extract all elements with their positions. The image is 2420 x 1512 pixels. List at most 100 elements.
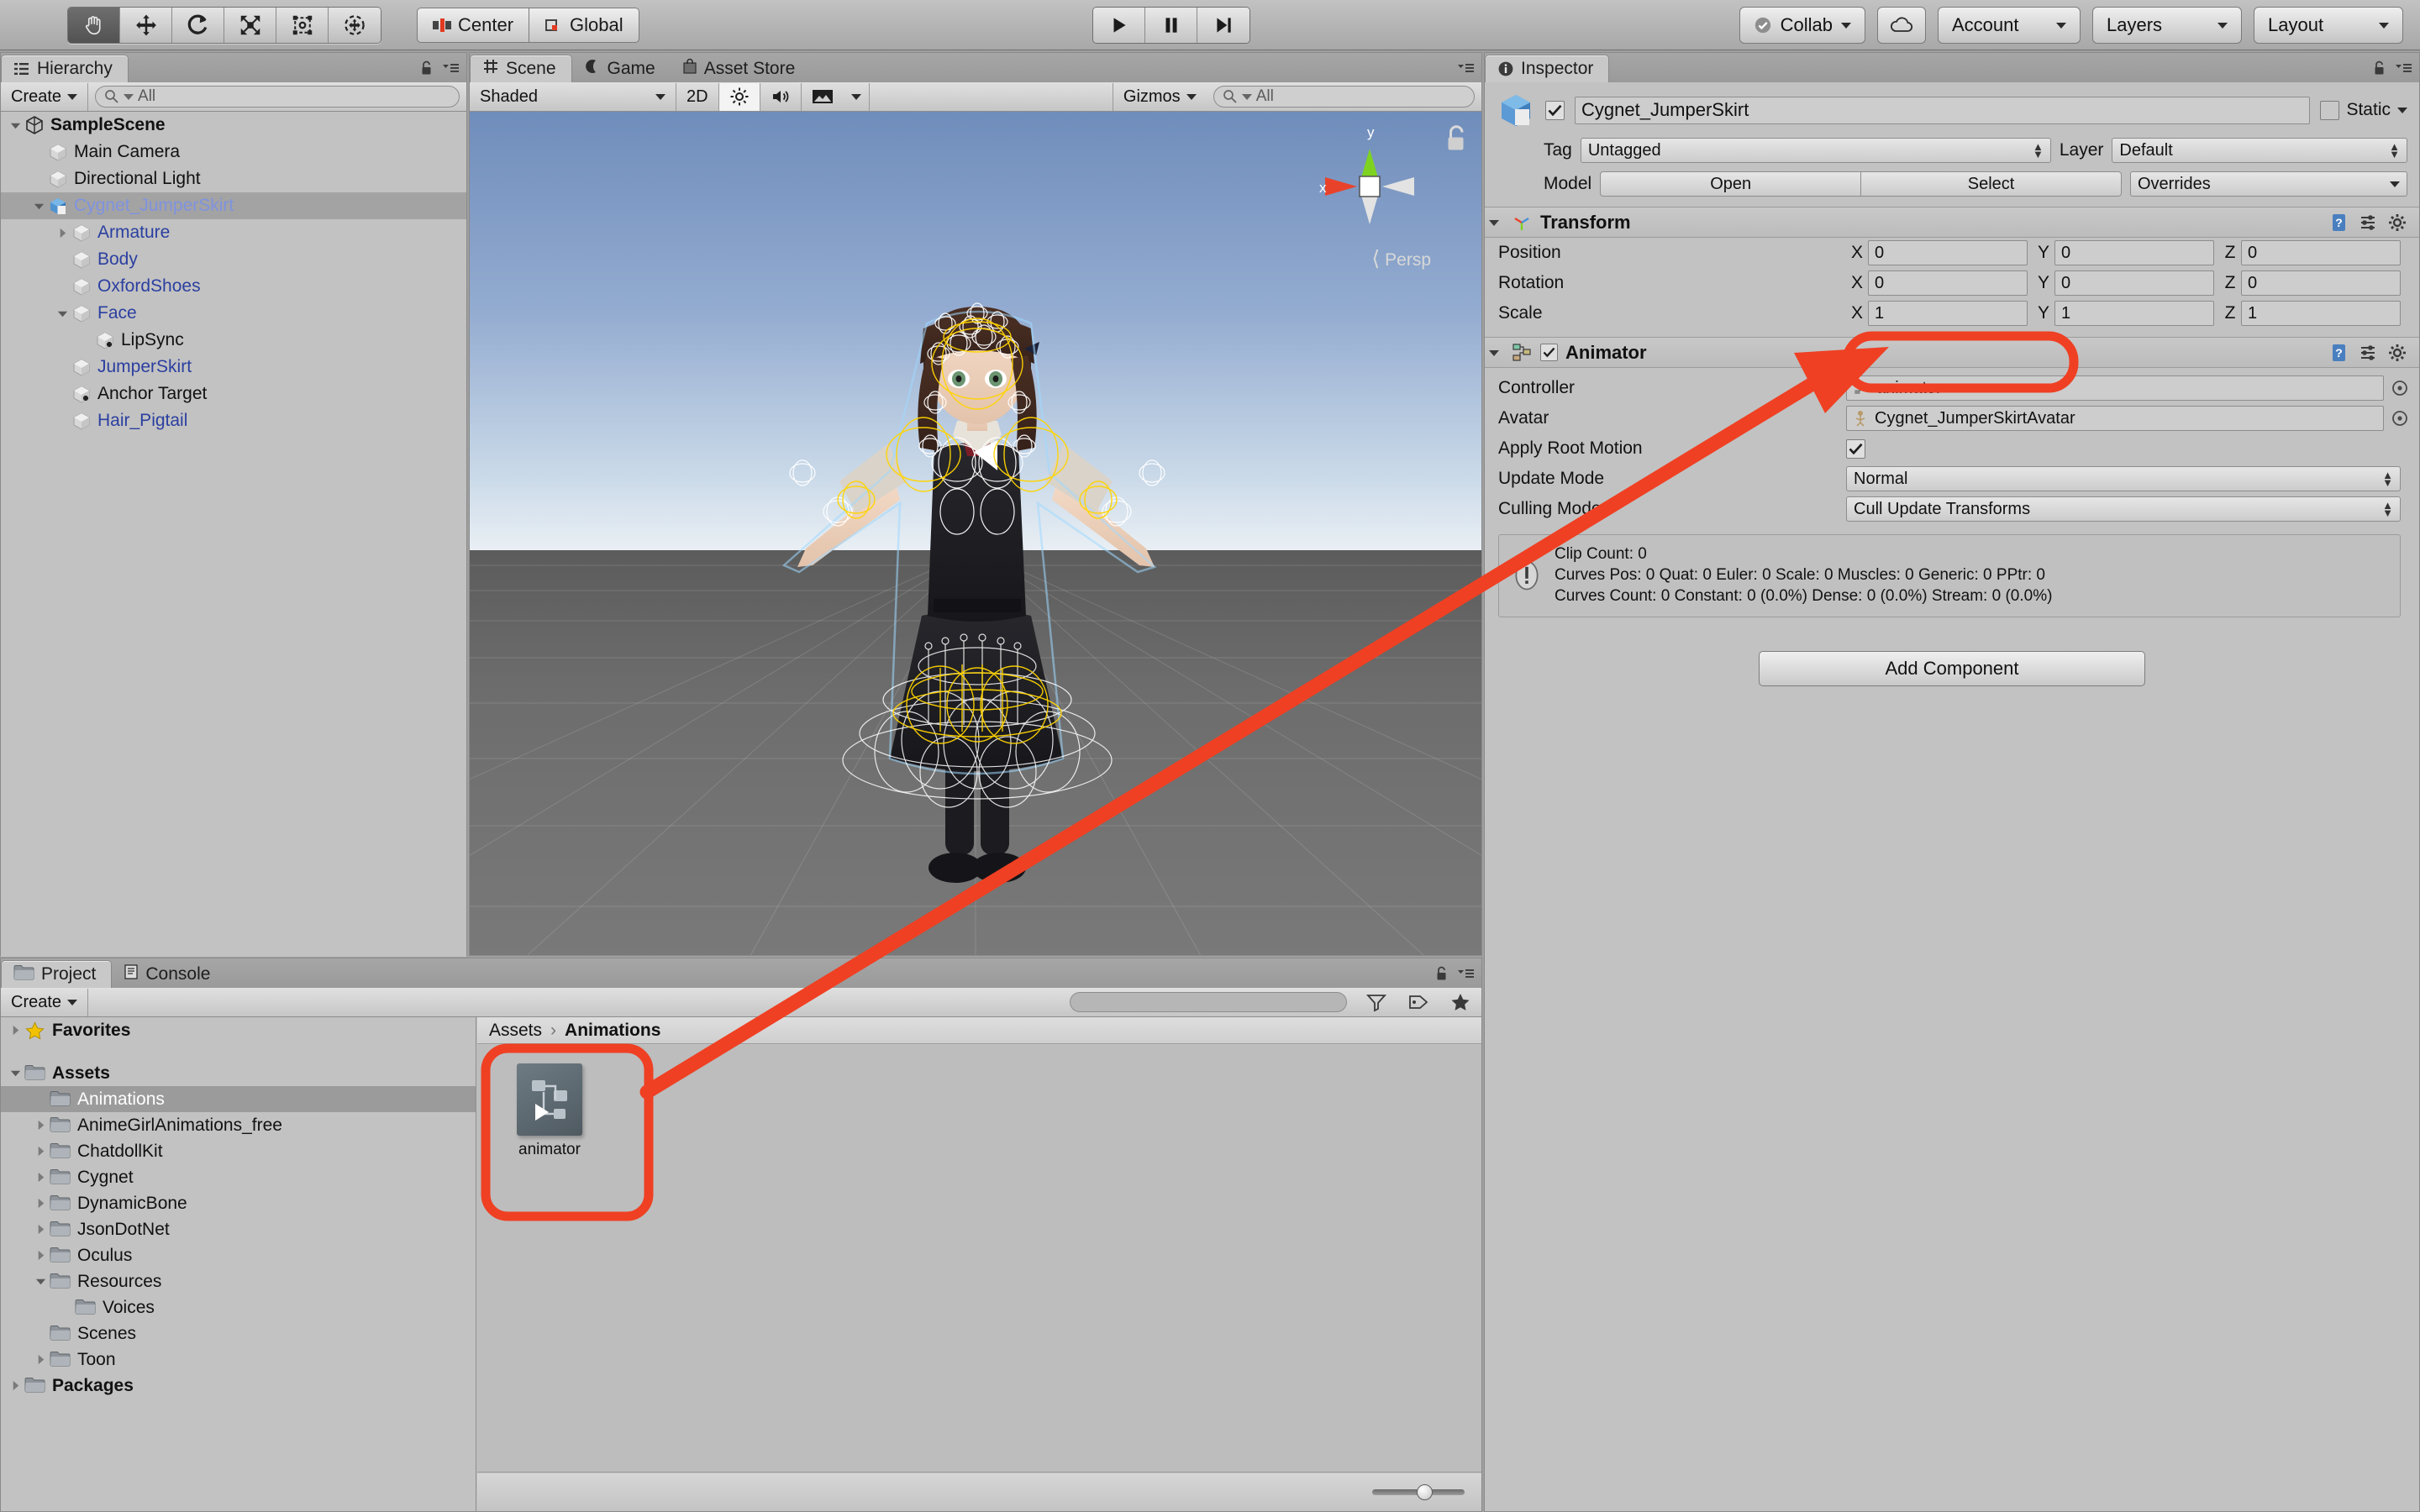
tab-hierarchy[interactable]: Hierarchy (1, 55, 129, 82)
object-name-input[interactable]: Cygnet_JumperSkirt (1575, 96, 2311, 124)
hand-tool-button[interactable] (68, 7, 120, 43)
foldout-icon[interactable] (31, 1249, 50, 1262)
avatar-object-field[interactable]: Cygnet_JumperSkirtAvatar (1846, 406, 2384, 431)
scene-effects-toggle[interactable] (802, 83, 844, 111)
project-filter-label-button[interactable] (1397, 989, 1439, 1016)
preset-icon[interactable] (2359, 213, 2377, 233)
project-folder-cygnet[interactable]: Cygnet (1, 1164, 476, 1190)
transform-position-x-input[interactable]: 0 (1868, 240, 2028, 265)
lock-icon[interactable] (420, 60, 433, 76)
scene-effects-dropdown[interactable] (844, 82, 870, 111)
hierarchy-item-main-camera[interactable]: Main Camera (1, 139, 466, 165)
account-button[interactable]: Account (1938, 7, 2081, 44)
foldout-icon[interactable] (53, 227, 71, 239)
foldout-icon[interactable] (6, 1379, 24, 1392)
project-filter-type-button[interactable] (1355, 989, 1397, 1016)
hierarchy-item-anchor-target[interactable]: Anchor Target (1, 381, 466, 407)
transform-rotation-x-input[interactable]: 0 (1868, 270, 2028, 296)
project-folder-jsondotnet[interactable]: JsonDotNet (1, 1216, 476, 1242)
project-folder-toon[interactable]: Toon (1, 1347, 476, 1373)
foldout-icon[interactable] (6, 1024, 24, 1037)
project-folder-animations[interactable]: Animations (1, 1086, 476, 1112)
hierarchy-tree[interactable]: SampleScene Main Camera Directional Light C… (1, 112, 466, 957)
lock-icon[interactable] (1435, 965, 1448, 982)
project-create-button[interactable]: Create (1, 988, 89, 1016)
transform-tool-button[interactable] (329, 7, 381, 43)
transform-position-y-input[interactable]: 0 (2054, 240, 2214, 265)
cloud-button[interactable] (1877, 7, 1926, 44)
hierarchy-item-body[interactable]: Body (1, 246, 466, 273)
animator-enabled-checkbox[interactable] (1540, 344, 1558, 361)
breadcrumb-item[interactable]: Animations (565, 1021, 660, 1041)
tab-game[interactable]: Game (572, 55, 671, 82)
hierarchy-item-armature[interactable]: Armature (1, 219, 466, 246)
help-icon[interactable]: ? (2330, 343, 2349, 363)
scene-viewport[interactable]: y x ⟨ Persp (470, 112, 1481, 955)
foldout-icon[interactable] (31, 1197, 50, 1210)
zoom-slider-knob[interactable] (1417, 1484, 1433, 1500)
asset-grid[interactable]: animator (477, 1045, 1481, 1473)
avatar-picker-icon[interactable] (2391, 409, 2409, 428)
collab-button[interactable]: Collab (1739, 7, 1865, 44)
hierarchy-item-oxfordshoes[interactable]: OxfordShoes (1, 273, 466, 300)
hierarchy-item-lipsync[interactable]: LipSync (1, 327, 466, 354)
add-component-button[interactable]: Add Component (1759, 651, 2145, 687)
project-folder-scenes[interactable]: Scenes (1, 1320, 476, 1347)
tab-project[interactable]: Project (1, 960, 113, 988)
tag-dropdown[interactable]: Untagged ▲ ▼ (1580, 138, 2051, 163)
breadcrumb-item[interactable]: Assets (489, 1021, 542, 1041)
rotate-tool-button[interactable] (172, 7, 224, 43)
project-folder-voices[interactable]: Voices (1, 1294, 476, 1320)
tab-asset-store[interactable]: Asset Store (671, 55, 811, 82)
model-select-button[interactable]: Select (1861, 171, 2123, 197)
transform-header[interactable]: Transform ? (1485, 207, 2419, 238)
tab-inspector[interactable]: Inspector (1485, 55, 1610, 82)
step-button[interactable] (1197, 8, 1249, 43)
transform-foldout-icon[interactable] (1485, 216, 1503, 229)
layout-button[interactable]: Layout (2254, 7, 2403, 44)
static-checkbox[interactable] (2320, 100, 2340, 120)
scene-audio-toggle[interactable] (760, 82, 802, 111)
breadcrumb[interactable]: Assets › Animations (477, 1017, 1481, 1044)
hierarchy-item-directional-light[interactable]: Directional Light (1, 165, 466, 192)
animator-foldout-icon[interactable] (1485, 346, 1503, 360)
scene-lock-icon[interactable] (1444, 123, 1470, 154)
scene-projection-label[interactable]: ⟨ Persp (1372, 246, 1431, 271)
preset-icon[interactable] (2359, 343, 2377, 363)
foldout-icon[interactable] (31, 1171, 50, 1184)
project-folder-tree[interactable]: Favorites Assets Animations AnimeGirlAnimat… (1, 1017, 476, 1511)
move-tool-button[interactable] (120, 7, 172, 43)
foldout-icon[interactable] (6, 1067, 24, 1079)
project-folder-animegirlanimations-free[interactable]: AnimeGirlAnimations_free (1, 1112, 476, 1138)
lock-icon[interactable] (2373, 60, 2386, 76)
pause-button[interactable] (1145, 8, 1197, 43)
foldout-icon[interactable] (29, 200, 48, 213)
project-folder-chatdollkit[interactable]: ChatdollKit (1, 1138, 476, 1164)
apply-root-motion-checkbox[interactable] (1846, 438, 1865, 459)
hierarchy-item-cygnet-jumperskirt[interactable]: Cygnet_JumperSkirt (1, 192, 466, 219)
foldout-icon[interactable] (31, 1275, 50, 1288)
transform-scale-z-input[interactable]: 1 (2241, 301, 2401, 326)
animator-header[interactable]: Animator ? (1485, 337, 2419, 368)
controller-object-field[interactable]: animator (1846, 375, 2384, 401)
scene-search-input[interactable]: All (1213, 86, 1475, 108)
two-d-toggle-button[interactable]: 2D (676, 82, 719, 111)
gear-icon[interactable] (2387, 213, 2407, 233)
foldout-icon[interactable] (31, 1223, 50, 1236)
project-panel-menu-icon[interactable] (1456, 965, 1475, 982)
hierarchy-item-hair-pigtail[interactable]: Hair_Pigtail (1, 407, 466, 434)
model-open-button[interactable]: Open (1600, 171, 1862, 197)
shading-mode-dropdown[interactable]: Shaded (470, 82, 676, 111)
model-overrides-dropdown[interactable]: Overrides (2130, 171, 2407, 197)
culling-mode-dropdown[interactable]: Cull Update Transforms ▲ ▼ (1846, 496, 2401, 522)
asset-item-animator[interactable]: animator (502, 1063, 597, 1159)
project-folder-assets[interactable]: Assets (1, 1060, 476, 1086)
gizmos-dropdown[interactable]: Gizmos (1112, 82, 1207, 111)
object-enabled-checkbox[interactable] (1545, 100, 1565, 120)
scene-orientation-gizmo[interactable]: y x (1307, 123, 1433, 249)
transform-scale-x-input[interactable]: 1 (1868, 301, 2028, 326)
inspector-panel-menu-icon[interactable] (2394, 60, 2412, 76)
help-icon[interactable]: ? (2330, 213, 2349, 233)
foldout-icon[interactable] (31, 1353, 50, 1366)
pivot-toggle-button[interactable]: Center (417, 7, 530, 43)
